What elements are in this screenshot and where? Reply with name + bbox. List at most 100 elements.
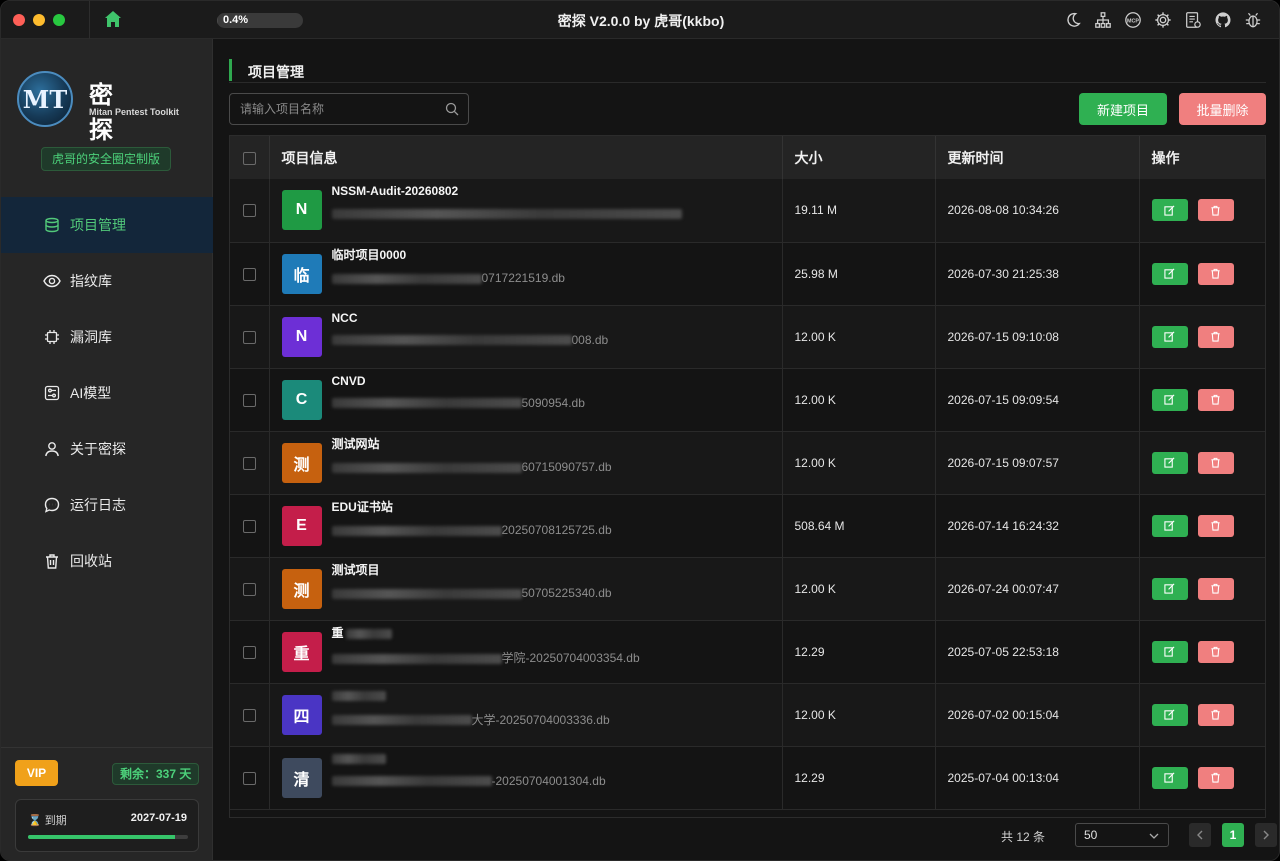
delete-button[interactable]: [1197, 514, 1234, 537]
delete-button[interactable]: [1197, 388, 1234, 411]
project-name-text: 测试网站: [331, 437, 380, 451]
sidebar-item-recycle-bin[interactable]: 回收站: [1, 533, 213, 589]
project-name-text: CNVD: [331, 373, 366, 388]
search-input[interactable]: [240, 94, 440, 124]
moon-icon[interactable]: [1063, 9, 1083, 31]
updated-cell: 2026-07-14 16:24:32: [935, 494, 1140, 558]
delete-button[interactable]: [1197, 766, 1234, 789]
project-name[interactable]: [331, 752, 606, 766]
table-row[interactable]: 四 大学-20250704003336.db 12.00 K 2026-07-0…: [230, 683, 1265, 747]
project-name[interactable]: EDU证书站: [332, 498, 612, 515]
batch-delete-button[interactable]: 批量删除: [1179, 93, 1266, 125]
edit-icon: [1164, 520, 1175, 531]
row-checkbox[interactable]: [242, 708, 256, 722]
project-name[interactable]: 重: [332, 624, 640, 641]
table-row[interactable]: N NSSM-Audit-20260802 19.11 M 2026-08-08…: [230, 179, 1265, 243]
chevron-right-icon: [1263, 830, 1269, 840]
table-row[interactable]: N NCC 008.db 12.00 K 2026-07-15 09:10:08: [230, 305, 1265, 369]
prev-page-button[interactable]: [1189, 823, 1211, 847]
sidebar-item-about[interactable]: 关于密探: [1, 421, 213, 477]
edit-button[interactable]: [1151, 577, 1188, 600]
sidebar-item-ai-models[interactable]: AI模型: [1, 365, 213, 421]
eye-icon: [43, 272, 61, 290]
edit-button[interactable]: [1151, 766, 1188, 789]
next-page-button[interactable]: [1255, 823, 1277, 847]
column-header-info[interactable]: 项目信息: [269, 136, 783, 179]
row-checkbox[interactable]: [242, 771, 256, 785]
project-name[interactable]: 测试项目: [332, 561, 612, 578]
delete-button[interactable]: [1197, 577, 1234, 600]
project-name[interactable]: 测试网站: [332, 435, 612, 452]
select-all-checkbox[interactable]: [242, 152, 256, 166]
size-cell: 12.00 K: [782, 683, 936, 747]
sitemap-icon[interactable]: [1093, 9, 1113, 31]
mcp-icon[interactable]: MCP: [1123, 9, 1143, 31]
edit-button[interactable]: [1151, 262, 1188, 285]
edit-icon: [1164, 646, 1175, 657]
edit-button[interactable]: [1151, 451, 1188, 474]
edit-button[interactable]: [1151, 640, 1188, 663]
row-checkbox[interactable]: [242, 267, 256, 281]
updated-cell: 2026-07-24 00:07:47: [935, 557, 1140, 621]
row-checkbox[interactable]: [242, 204, 256, 218]
row-checkbox[interactable]: [242, 456, 256, 470]
edit-button[interactable]: [1151, 199, 1188, 222]
gear-icon[interactable]: [1153, 9, 1173, 31]
project-avatar: 四: [281, 694, 322, 735]
new-project-button[interactable]: 新建项目: [1079, 93, 1167, 125]
home-button[interactable]: [101, 7, 125, 31]
table-row[interactable]: 重 重 学院-20250704003354.db 12.29 2025-07-0…: [230, 620, 1265, 684]
edit-button[interactable]: [1151, 514, 1188, 537]
project-name[interactable]: NSSM-Audit-20260802: [332, 184, 682, 198]
delete-button[interactable]: [1197, 199, 1234, 222]
logo-mark: MT: [17, 71, 73, 127]
log-icon[interactable]: [1183, 9, 1203, 31]
row-checkbox[interactable]: [242, 645, 256, 659]
project-name[interactable]: 临时项目0000: [332, 246, 565, 263]
minimize-window-button[interactable]: [33, 14, 45, 26]
sidebar-item-projects[interactable]: 项目管理: [1, 197, 213, 253]
page-button-current[interactable]: 1: [1222, 823, 1244, 847]
project-name[interactable]: CNVD: [332, 374, 585, 388]
sidebar-item-vulnerabilities[interactable]: 漏洞库: [1, 309, 213, 365]
title-accent: [229, 59, 232, 81]
github-icon[interactable]: [1213, 9, 1233, 31]
project-info-cell: 测 测试网站 60715090757.db: [269, 431, 783, 495]
project-path: 5090954.db: [331, 396, 585, 410]
maximize-window-button[interactable]: [53, 14, 65, 26]
sidebar-item-fingerprints[interactable]: 指纹库: [1, 253, 213, 309]
project-path: 20250708125725.db: [331, 523, 612, 537]
sidebar-item-logs[interactable]: 运行日志: [1, 477, 213, 533]
edit-button[interactable]: [1151, 388, 1188, 411]
delete-button[interactable]: [1197, 451, 1234, 474]
project-name[interactable]: NCC: [332, 311, 609, 325]
actions-cell: [1139, 368, 1265, 432]
projects-table: 项目信息 大小 更新时间 操作 N NSSM-Audit-20260802 19…: [229, 135, 1266, 818]
vip-badge[interactable]: VIP: [15, 760, 58, 786]
delete-button[interactable]: [1197, 262, 1234, 285]
delete-button[interactable]: [1197, 703, 1234, 726]
toolbar-icons: MCP: [1063, 9, 1263, 31]
delete-button[interactable]: [1197, 640, 1234, 663]
row-checkbox[interactable]: [242, 330, 256, 344]
table-row[interactable]: C CNVD 5090954.db 12.00 K 2026-07-15 09:…: [230, 368, 1265, 432]
table-row[interactable]: 测 测试项目 50705225340.db 12.00 K 2026-07-24…: [230, 557, 1265, 621]
row-checkbox[interactable]: [242, 393, 256, 407]
row-checkbox[interactable]: [242, 582, 256, 596]
page-size-select[interactable]: 50: [1075, 823, 1169, 847]
edit-button[interactable]: [1151, 325, 1188, 348]
edit-button[interactable]: [1151, 703, 1188, 726]
table-row[interactable]: E EDU证书站 20250708125725.db 508.64 M 2026…: [230, 494, 1265, 558]
row-checkbox[interactable]: [242, 519, 256, 533]
bug-icon[interactable]: [1243, 9, 1263, 31]
table-row[interactable]: 测 测试网站 60715090757.db 12.00 K 2026-07-15…: [230, 431, 1265, 495]
table-row[interactable]: 清 -20250704001304.db 12.29 2025-07-04 00…: [230, 746, 1265, 810]
column-header-updated[interactable]: 更新时间: [935, 136, 1140, 179]
project-name[interactable]: [331, 689, 610, 703]
table-row[interactable]: 临 临时项目0000 0717221519.db 25.98 M 2026-07…: [230, 242, 1265, 306]
delete-button[interactable]: [1197, 325, 1234, 348]
column-header-size[interactable]: 大小: [782, 136, 936, 179]
project-path-suffix: 20250708125725.db: [501, 523, 612, 537]
close-window-button[interactable]: [13, 14, 25, 26]
search-icon[interactable]: [445, 102, 459, 116]
